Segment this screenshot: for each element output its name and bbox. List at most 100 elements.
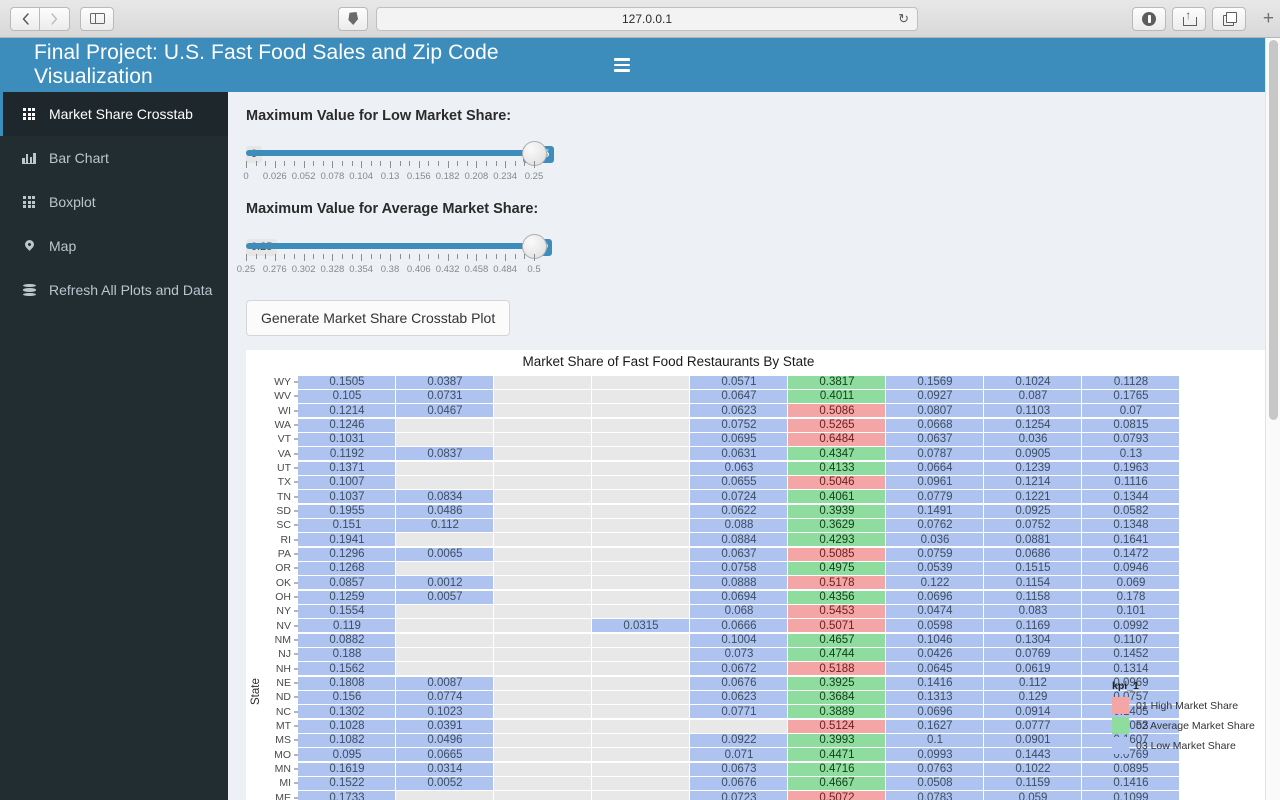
slider-tick-label: 0.484 bbox=[493, 264, 518, 275]
heatmap-cell bbox=[592, 533, 689, 547]
downloads-button[interactable] bbox=[1132, 6, 1166, 31]
heatmap-cell bbox=[494, 533, 591, 547]
browser-nav-group bbox=[10, 6, 70, 31]
y-axis-tick-label: UT bbox=[254, 461, 298, 475]
heatmap-cell-value: 0.0992 bbox=[1113, 619, 1149, 632]
heatmap-cell-value: 0.1023 bbox=[427, 705, 463, 718]
share-button[interactable] bbox=[1172, 6, 1206, 31]
sidebar-item-market-share-crosstab[interactable]: Market Share Crosstab bbox=[0, 92, 228, 136]
heatmap-cell-value: 0.1037 bbox=[329, 490, 365, 503]
database-icon bbox=[20, 283, 38, 297]
heatmap-cell-value: 0.1 bbox=[927, 734, 943, 747]
heatmap-cell-value: 0.0673 bbox=[721, 763, 757, 776]
heatmap-cell-value: 0.3889 bbox=[819, 705, 855, 718]
page-scrollbar[interactable] bbox=[1265, 38, 1280, 800]
heatmap-cell-value: 0.0665 bbox=[427, 748, 463, 761]
forward-button[interactable] bbox=[40, 6, 70, 31]
heatmap-cell bbox=[494, 375, 591, 389]
slider-tick bbox=[370, 254, 372, 259]
slider-tick bbox=[409, 161, 411, 166]
heatmap-cell-value: 0.0391 bbox=[427, 720, 463, 733]
y-axis-tick-label: SD bbox=[254, 504, 298, 518]
reload-icon[interactable]: ↻ bbox=[898, 11, 909, 27]
slider-tick bbox=[294, 161, 295, 166]
sidebar-item-label: Map bbox=[49, 238, 77, 254]
heatmap-cell-value: 0.0623 bbox=[721, 691, 757, 704]
slider-tick bbox=[524, 161, 526, 166]
heatmap-cell bbox=[592, 791, 689, 800]
slider-tick bbox=[322, 161, 324, 166]
heatmap-cell-value: 0.119 bbox=[333, 619, 361, 632]
y-axis-tick-label: TN bbox=[254, 490, 298, 504]
slider-tick-label: 0.078 bbox=[320, 171, 345, 182]
heatmap-cell bbox=[690, 719, 787, 733]
heatmap-cell-value: 0.1192 bbox=[329, 447, 365, 460]
slider-tick bbox=[313, 254, 315, 259]
page-title: Final Project: U.S. Fast Food Sales and … bbox=[34, 41, 499, 88]
slider-tick bbox=[514, 254, 516, 259]
sidebar-collapse-button[interactable] bbox=[600, 38, 644, 92]
heatmap-cell-value: 0.6484 bbox=[819, 433, 855, 446]
generate-crosstab-button[interactable]: Generate Market Share Crosstab Plot bbox=[246, 300, 511, 336]
sidebar-toggle-icon bbox=[89, 12, 105, 25]
slider-tick-label: 0.182 bbox=[435, 171, 460, 182]
slider-low-track-wrap[interactable] bbox=[246, 141, 548, 166]
sidebar-item-map[interactable]: Map bbox=[0, 224, 228, 268]
sidebar-item-label: Boxplot bbox=[49, 194, 96, 210]
heatmap-cell-value: 0.0882 bbox=[329, 634, 365, 647]
heatmap-cell-value: 0.1344 bbox=[1113, 490, 1149, 503]
heatmap-cell bbox=[592, 762, 689, 776]
sidebar-item-bar-chart[interactable]: Bar Chart bbox=[0, 136, 228, 180]
heatmap-cell-value: 0.088 bbox=[724, 519, 754, 532]
main-content: Maximum Value for Low Market Share: 0 0.… bbox=[228, 92, 1280, 800]
heatmap-cell-value: 0.083 bbox=[1018, 605, 1048, 618]
heatmap-cell-value: 0.3993 bbox=[819, 734, 855, 747]
heatmap-cell-value: 0.1116 bbox=[1114, 476, 1148, 489]
slider-tick bbox=[534, 254, 535, 261]
address-bar[interactable]: 127.0.0.1 ↻ bbox=[376, 6, 918, 31]
y-axis-tick-label: VT bbox=[254, 432, 298, 446]
sidebar-item-boxplot[interactable]: Boxplot bbox=[0, 180, 228, 224]
heatmap-cell-value: 0.1505 bbox=[329, 376, 365, 389]
slider-tick bbox=[486, 161, 487, 166]
heatmap-cell-value: 0.07 bbox=[1119, 404, 1143, 417]
slider-tick bbox=[303, 254, 305, 261]
slider-tick bbox=[274, 254, 276, 261]
heatmap-cell-value: 0.0571 bbox=[721, 376, 757, 389]
slider-tick bbox=[495, 161, 497, 166]
heatmap-cell-value: 0.0474 bbox=[917, 605, 953, 618]
slider-tick bbox=[322, 254, 324, 259]
slider-tick bbox=[438, 161, 439, 166]
slider-tick bbox=[466, 161, 468, 166]
heatmap-cell-value: 0.0884 bbox=[721, 533, 757, 546]
heatmap-cell-value: 0.0724 bbox=[721, 490, 757, 503]
heatmap-cell-value: 0.1214 bbox=[329, 404, 365, 417]
slider-tick bbox=[428, 254, 430, 259]
heatmap-cell-value: 0.0895 bbox=[1113, 763, 1149, 776]
heatmap-cell-value: 0.0664 bbox=[917, 462, 953, 475]
heatmap-cell-value: 0.0901 bbox=[1015, 734, 1051, 747]
heatmap-cell-value: 0.3629 bbox=[819, 519, 855, 532]
heatmap-cell bbox=[396, 647, 493, 661]
heatmap-cell-value: 0.0783 bbox=[917, 791, 953, 800]
back-button[interactable] bbox=[10, 6, 40, 31]
slider-tick bbox=[332, 161, 334, 168]
tab-overview-button[interactable] bbox=[1212, 6, 1246, 31]
sidebar-toggle-button[interactable] bbox=[80, 6, 114, 31]
privacy-shield-button[interactable] bbox=[338, 6, 368, 31]
heatmap-cell-value: 0.0758 bbox=[721, 562, 757, 575]
sidebar-item-refresh-all[interactable]: Refresh All Plots and Data bbox=[0, 268, 228, 312]
slider-tick-label: 0.432 bbox=[435, 264, 460, 275]
heatmap-cell-value: 0.0598 bbox=[917, 619, 953, 632]
heatmap-cell-value: 0.1004 bbox=[721, 634, 757, 647]
heatmap-cell-value: 0.105 bbox=[332, 390, 362, 403]
heatmap-cell bbox=[494, 647, 591, 661]
slider-tick-label: 0.354 bbox=[349, 264, 374, 275]
slider-average-track-wrap[interactable] bbox=[246, 234, 548, 259]
legend-swatch bbox=[1112, 697, 1129, 714]
heatmap-cell-value: 0.095 bbox=[332, 748, 362, 761]
heatmap-cell-value: 0.1024 bbox=[1015, 376, 1051, 389]
scrollbar-thumb[interactable] bbox=[1269, 40, 1278, 420]
new-tab-button[interactable]: + bbox=[1263, 8, 1274, 30]
sidebar-item-label: Market Share Crosstab bbox=[49, 106, 193, 122]
